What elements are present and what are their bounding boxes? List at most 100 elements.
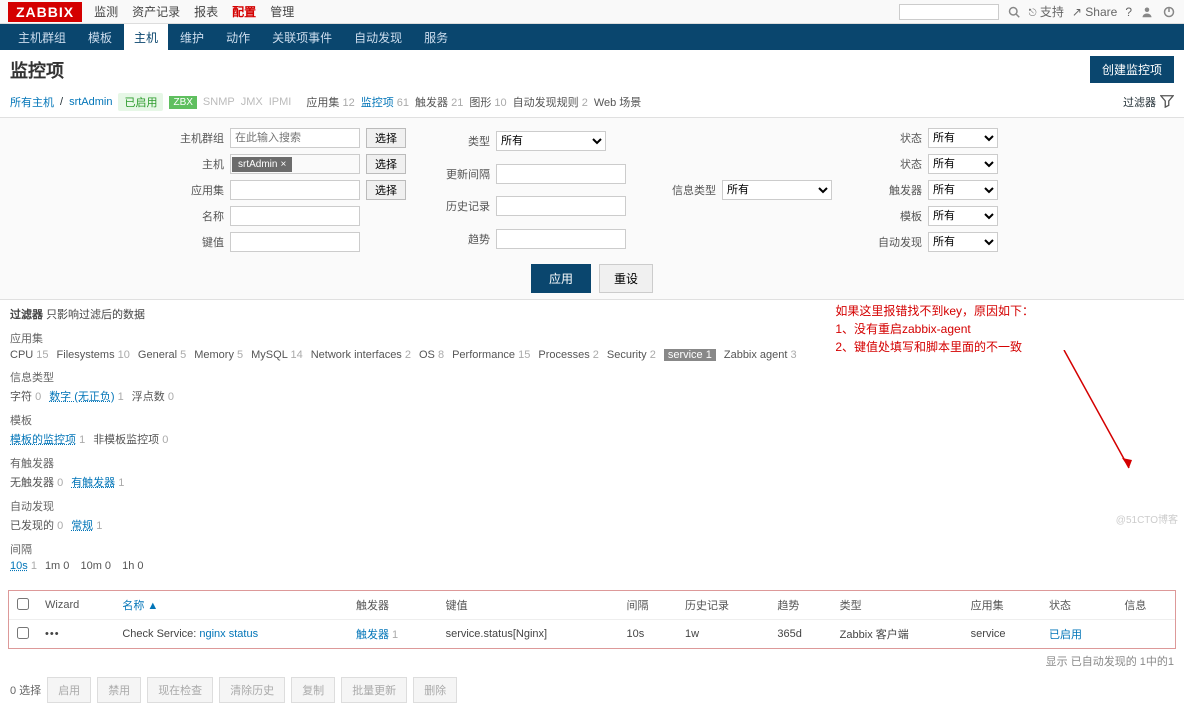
filter-apply-button[interactable]: 应用 bbox=[531, 264, 591, 293]
f-app-input[interactable] bbox=[230, 180, 360, 200]
topnav-reports[interactable]: 报表 bbox=[194, 3, 218, 20]
row-trigger-link[interactable]: 触发器 bbox=[356, 629, 389, 641]
meta-item[interactable]: 10m 0 bbox=[80, 560, 114, 572]
filter-reset-button[interactable]: 重设 bbox=[599, 264, 653, 293]
breadcrumb-allhosts[interactable]: 所有主机 bbox=[10, 94, 54, 110]
topnav-admin[interactable]: 管理 bbox=[270, 3, 294, 20]
help-icon[interactable]: ? bbox=[1125, 5, 1132, 19]
btn-disable[interactable]: 禁用 bbox=[97, 677, 141, 703]
f-name-input[interactable] bbox=[230, 206, 360, 226]
meta-item[interactable]: 1m 0 bbox=[45, 560, 73, 572]
create-item-button[interactable]: 创建监控项 bbox=[1090, 56, 1174, 83]
meta-item[interactable]: CPU 15 bbox=[10, 349, 49, 361]
meta-item[interactable]: service 1 bbox=[664, 349, 716, 361]
meta-item[interactable]: 模板的监控项 1 bbox=[10, 434, 85, 446]
search-input[interactable] bbox=[899, 4, 999, 20]
subnav-services[interactable]: 服务 bbox=[414, 24, 458, 51]
f-hostgroup-input[interactable] bbox=[230, 128, 360, 148]
meta-item[interactable]: 无触发器 0 bbox=[10, 477, 63, 489]
btn-enable[interactable]: 启用 bbox=[47, 677, 91, 703]
tab-items[interactable]: 监控项 61 bbox=[361, 94, 409, 110]
meta-item[interactable]: Security 2 bbox=[607, 349, 656, 361]
support-link[interactable]: ⎋ 支持 bbox=[1029, 3, 1064, 20]
wizard-menu[interactable]: ••• bbox=[45, 628, 60, 640]
subnav-maint[interactable]: 维护 bbox=[170, 24, 214, 51]
tab-discovery[interactable]: 自动发现规则 2 bbox=[513, 94, 588, 110]
col-app[interactable]: 应用集 bbox=[963, 591, 1041, 620]
col-key[interactable]: 键值 bbox=[438, 591, 619, 620]
subnav-discovery[interactable]: 自动发现 bbox=[344, 24, 412, 51]
f-host-select[interactable]: 选择 bbox=[366, 154, 406, 174]
meta-item[interactable]: Zabbix agent 3 bbox=[724, 349, 797, 361]
btn-mass-update[interactable]: 批量更新 bbox=[341, 677, 407, 703]
row-status[interactable]: 已启用 bbox=[1049, 629, 1082, 641]
topnav-monitor[interactable]: 监测 bbox=[94, 3, 118, 20]
subnav-actions[interactable]: 动作 bbox=[216, 24, 260, 51]
f-status1-select[interactable]: 所有 bbox=[928, 128, 998, 148]
power-icon[interactable] bbox=[1162, 5, 1176, 19]
meta-item[interactable]: 常规 1 bbox=[71, 520, 102, 532]
subnav-hostgroups[interactable]: 主机群组 bbox=[8, 24, 76, 51]
meta-item[interactable]: Processes 2 bbox=[538, 349, 599, 361]
f-discovery-select[interactable]: 所有 bbox=[928, 232, 998, 252]
col-info[interactable]: 信息 bbox=[1116, 591, 1175, 620]
f-key-input[interactable] bbox=[230, 232, 360, 252]
meta-item[interactable]: 数字 (无正负) 1 bbox=[49, 391, 124, 403]
f-app-select[interactable]: 选择 bbox=[366, 180, 406, 200]
col-name[interactable]: 名称 ▲ bbox=[114, 591, 348, 620]
col-status[interactable]: 状态 bbox=[1041, 591, 1116, 620]
meta-item[interactable]: OS 8 bbox=[419, 349, 444, 361]
f-trigger-select[interactable]: 所有 bbox=[928, 180, 998, 200]
col-trend[interactable]: 趋势 bbox=[769, 591, 831, 620]
filter-toggle-label[interactable]: 过滤器 bbox=[1123, 94, 1156, 110]
meta-item[interactable]: 1h 0 bbox=[122, 560, 143, 572]
col-trigger[interactable]: 触发器 bbox=[348, 591, 438, 620]
col-type[interactable]: 类型 bbox=[832, 591, 963, 620]
meta-item[interactable]: General 5 bbox=[138, 349, 186, 361]
f-hostgroup-select[interactable]: 选择 bbox=[366, 128, 406, 148]
meta-item[interactable]: Performance 15 bbox=[452, 349, 530, 361]
btn-clear-history[interactable]: 清除历史 bbox=[219, 677, 285, 703]
meta-item[interactable]: 字符 0 bbox=[10, 391, 41, 403]
subnav-templates[interactable]: 模板 bbox=[78, 24, 122, 51]
meta-item[interactable]: 已发现的 0 bbox=[10, 520, 63, 532]
meta-item[interactable]: 浮点数 0 bbox=[132, 391, 174, 403]
btn-delete[interactable]: 删除 bbox=[413, 677, 457, 703]
meta-item[interactable]: 有触发器 1 bbox=[71, 477, 124, 489]
meta-item[interactable]: Memory 5 bbox=[194, 349, 243, 361]
f-status2-select[interactable]: 所有 bbox=[928, 154, 998, 174]
funnel-icon[interactable] bbox=[1160, 94, 1174, 111]
select-all-checkbox[interactable] bbox=[17, 598, 29, 610]
f-history-input[interactable] bbox=[496, 196, 626, 216]
f-type-select[interactable]: 所有 bbox=[496, 131, 606, 151]
tab-graphs[interactable]: 图形 10 bbox=[469, 94, 506, 110]
item-name-link[interactable]: nginx status bbox=[199, 628, 258, 640]
col-interval[interactable]: 间隔 bbox=[618, 591, 677, 620]
share-link[interactable]: ↗ Share bbox=[1072, 5, 1117, 19]
tab-triggers[interactable]: 触发器 21 bbox=[415, 94, 463, 110]
meta-item[interactable]: 10s 1 bbox=[10, 560, 37, 572]
topnav-inventory[interactable]: 资产记录 bbox=[132, 3, 180, 20]
f-trend-input[interactable] bbox=[496, 229, 626, 249]
col-history[interactable]: 历史记录 bbox=[677, 591, 769, 620]
f-template-select[interactable]: 所有 bbox=[928, 206, 998, 226]
tab-apps[interactable]: 应用集 12 bbox=[306, 94, 354, 110]
breadcrumb-host[interactable]: srtAdmin bbox=[69, 96, 112, 108]
f-interval-input[interactable] bbox=[496, 164, 626, 184]
meta-item[interactable]: MySQL 14 bbox=[251, 349, 303, 361]
search-icon[interactable] bbox=[1007, 5, 1021, 19]
col-wizard[interactable]: Wizard bbox=[37, 591, 114, 620]
row-checkbox[interactable] bbox=[17, 627, 29, 639]
subnav-correlation[interactable]: 关联项事件 bbox=[262, 24, 342, 51]
meta-item[interactable]: 非模板监控项 0 bbox=[93, 434, 168, 446]
btn-check-now[interactable]: 现在检查 bbox=[147, 677, 213, 703]
meta-item[interactable]: Filesystems 10 bbox=[57, 349, 130, 361]
topnav-config[interactable]: 配置 bbox=[232, 3, 256, 20]
f-host-token[interactable]: srtAdmin × bbox=[232, 157, 292, 172]
meta-item[interactable]: Network interfaces 2 bbox=[311, 349, 411, 361]
btn-copy[interactable]: 复制 bbox=[291, 677, 335, 703]
f-infotype-select[interactable]: 所有 bbox=[722, 180, 832, 200]
subnav-hosts[interactable]: 主机 bbox=[124, 24, 168, 51]
user-icon[interactable] bbox=[1140, 5, 1154, 19]
tab-web[interactable]: Web 场景 bbox=[594, 94, 641, 110]
